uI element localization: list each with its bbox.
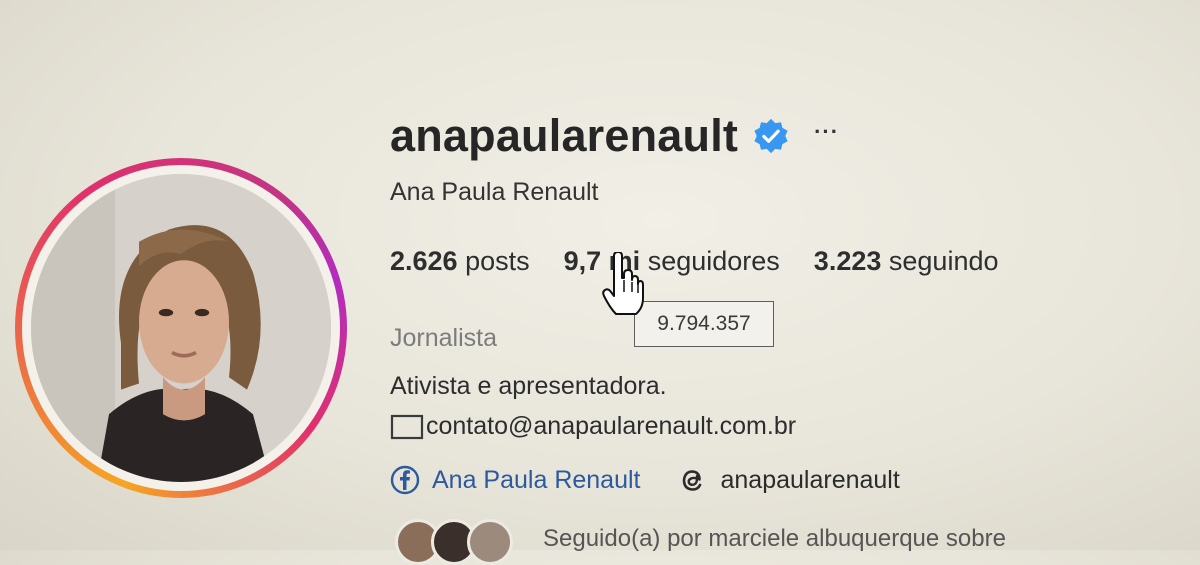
email-text[interactable]: contato@anapaularenault.com.br	[426, 412, 796, 441]
following-count: 3.223	[813, 246, 882, 276]
hand-pointer-icon	[602, 252, 644, 315]
posts-count: 2.626	[390, 246, 458, 276]
verified-badge-icon	[754, 118, 788, 154]
mail-icon	[390, 414, 424, 439]
username[interactable]: anapaularenault	[390, 110, 738, 162]
threads-icon	[683, 470, 702, 491]
avatar-frame	[22, 165, 340, 491]
followers-stat[interactable]: 9,7 mi seguidores	[564, 246, 780, 277]
followers-tooltip: 9.794.357	[634, 301, 774, 347]
avatar-photo	[31, 174, 331, 482]
email-row: contato@anapaularenault.com.br	[390, 412, 796, 441]
followed-by-text: Seguido(a) por marciele albuquerque sobr…	[543, 525, 1006, 552]
more-options-icon[interactable]: ···	[814, 119, 839, 145]
mutual-follower-avatar	[467, 519, 513, 565]
followers-label: seguidores	[647, 246, 780, 276]
story-ring[interactable]	[15, 158, 347, 498]
category-label: Jornalista	[390, 324, 497, 352]
avatar[interactable]	[31, 174, 331, 482]
following-stat[interactable]: 3.223 seguindo	[814, 246, 999, 277]
stats-row: 2.626 posts 9,7 mi seguidores 3.223 segu…	[390, 246, 1033, 277]
threads-link[interactable]: anapaularenault	[676, 464, 900, 496]
username-row: anapaularenault ···	[390, 108, 839, 164]
facebook-icon	[390, 465, 420, 495]
posts-stat[interactable]: 2.626 posts	[390, 246, 530, 277]
threads-link-text: anapaularenault	[720, 465, 900, 494]
bio-text: Ativista e apresentadora.	[390, 372, 667, 400]
facebook-link-text: Ana Paula Renault	[432, 465, 641, 494]
following-label: seguindo	[888, 246, 999, 276]
posts-label: posts	[465, 246, 530, 276]
profile-header: anapaularenault ··· Ana Paula Renault 2.…	[0, 0, 1200, 565]
full-name: Ana Paula Renault	[390, 178, 599, 206]
followed-by-row[interactable]: Seguido(a) por marciele albuquerque sobr…	[395, 519, 1006, 565]
facebook-link[interactable]: Ana Paula Renault	[390, 465, 640, 495]
external-links: Ana Paula Renault anapaularenault	[390, 464, 900, 496]
